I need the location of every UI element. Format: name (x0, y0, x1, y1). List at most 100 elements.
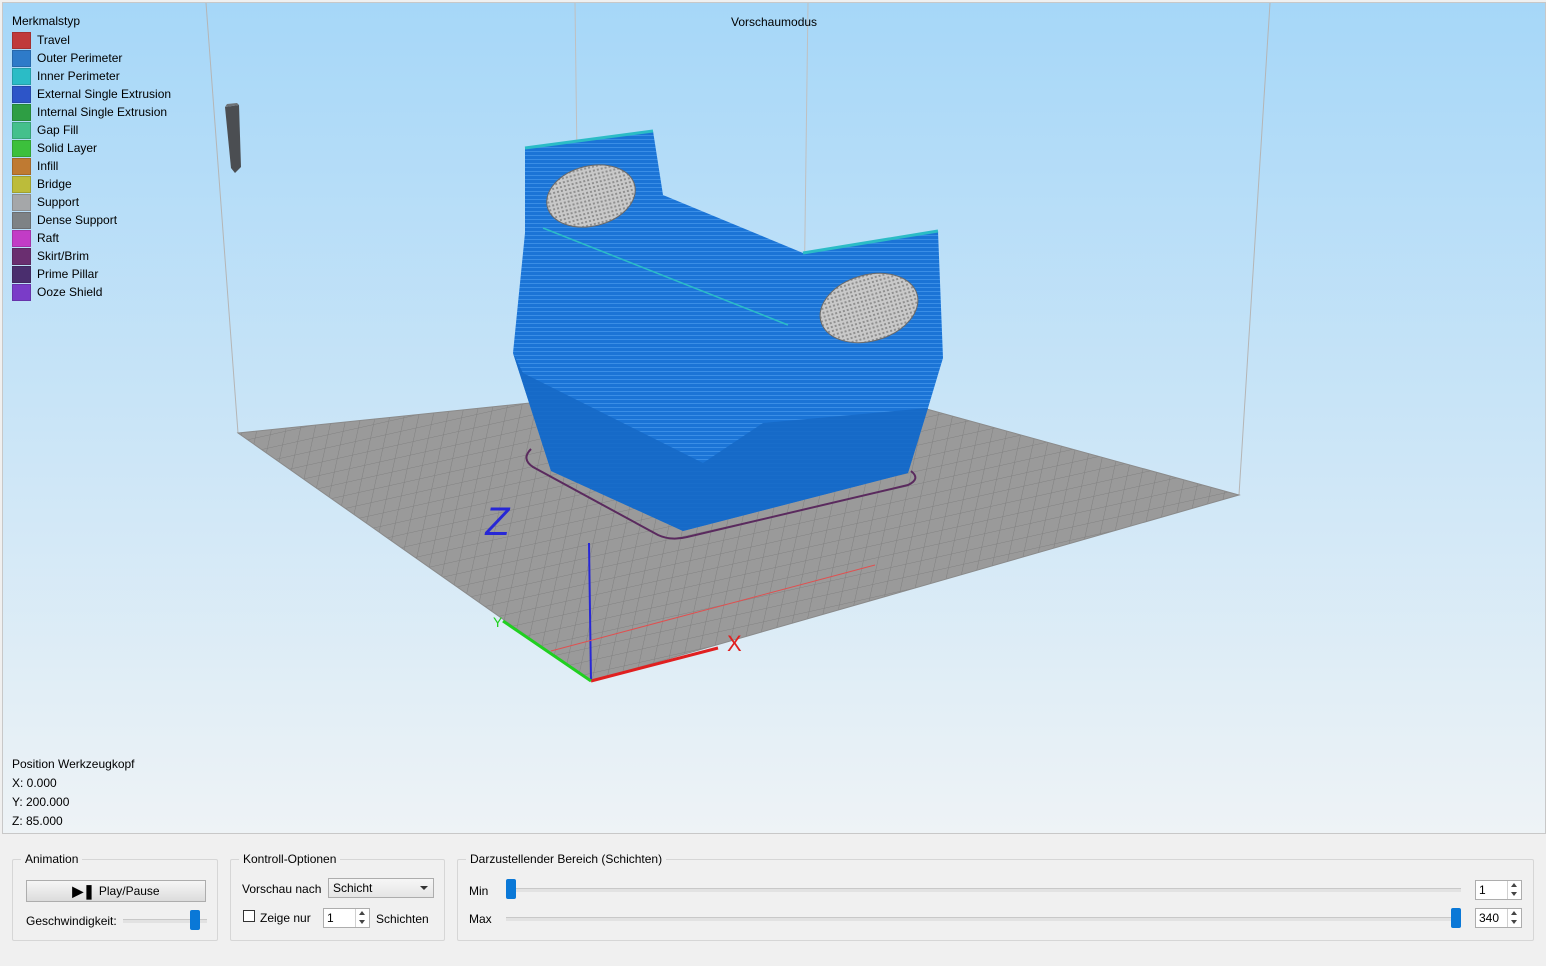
tool-position-y: Y: 200.000 (12, 795, 70, 809)
spin-down-icon[interactable] (1508, 918, 1521, 927)
tool-head-position: Position Werkzeugkopf X: 0.000 Y: 200.00… (12, 755, 135, 831)
legend-label: Raft (37, 231, 60, 245)
legend-item: Internal Single Extrusion (12, 103, 171, 121)
max-layer-spinbox[interactable]: 340 (1475, 908, 1522, 928)
chevron-down-icon (420, 886, 428, 890)
tool-position-z: Z: 85.000 (12, 814, 63, 828)
legend-label: Internal Single Extrusion (37, 105, 168, 119)
legend-swatch (12, 157, 31, 175)
legend-item: Raft (12, 229, 171, 247)
legend-item: Infill (12, 157, 171, 175)
animation-group-title: Animation (21, 852, 83, 866)
preview-control-panel: Animation ▶❚ Play/Pause Geschwindigkeit:… (0, 835, 1546, 966)
legend-label: Solid Layer (37, 141, 98, 155)
show-only-layers-value: 1 (327, 911, 334, 925)
max-layer-slider[interactable] (506, 908, 1461, 928)
legend-item: Skirt/Brim (12, 247, 171, 265)
legend-swatch (12, 49, 31, 67)
legend-item: Outer Perimeter (12, 49, 171, 67)
min-layer-spinbox[interactable]: 1 (1475, 880, 1522, 900)
legend-label: Bridge (37, 177, 72, 191)
x-axis-label: X (727, 631, 742, 656)
legend-label: Travel (37, 33, 70, 47)
min-layer-value: 1 (1479, 883, 1486, 897)
preview-by-label: Vorschau nach (242, 882, 322, 896)
legend-swatch (12, 193, 31, 211)
legend-label: Inner Perimeter (37, 69, 120, 83)
preview-by-value: Schicht (333, 881, 373, 895)
legend-item: Travel (12, 31, 171, 49)
max-slider-track (506, 917, 1461, 921)
legend-swatch (12, 247, 31, 265)
legend-swatch (12, 139, 31, 157)
legend-swatch (12, 67, 31, 85)
speed-label: Geschwindigkeit: (26, 914, 117, 928)
speed-slider-handle[interactable] (189, 910, 200, 930)
y-axis-marker: Y (493, 614, 503, 630)
legend-swatch (12, 265, 31, 283)
preview-mode-label: Vorschaumodus (731, 15, 818, 29)
legend-item: External Single Extrusion (12, 85, 171, 103)
play-pause-label: Play/Pause (98, 884, 160, 898)
layers-label: Schichten (376, 912, 429, 926)
control-options-title: Kontroll-Optionen (239, 852, 341, 866)
min-label: Min (469, 884, 489, 898)
max-slider-handle[interactable] (1451, 908, 1461, 928)
legend-item: Ooze Shield (12, 283, 171, 301)
legend-label: External Single Extrusion (37, 87, 172, 101)
legend-item: Solid Layer (12, 139, 171, 157)
min-slider-handle[interactable] (506, 879, 516, 899)
show-only-layers-spinbox[interactable]: 1 (323, 908, 370, 928)
layer-range-title: Darzustellender Bereich (Schichten) (466, 852, 667, 866)
show-only-checkbox[interactable] (243, 910, 255, 922)
legend-label: Prime Pillar (37, 267, 99, 281)
legend-item: Gap Fill (12, 121, 171, 139)
legend-label: Skirt/Brim (37, 249, 89, 263)
legend-label: Ooze Shield (37, 285, 103, 299)
spin-up-icon[interactable] (1508, 881, 1521, 890)
tool-position-title: Position Werkzeugkopf (12, 757, 135, 771)
legend-label: Dense Support (37, 213, 118, 227)
spin-down-icon[interactable] (1508, 890, 1521, 899)
legend-label: Outer Perimeter (37, 51, 123, 65)
build-volume-edge (205, 3, 239, 434)
min-layer-slider[interactable] (506, 879, 1461, 899)
legend-swatch (12, 283, 31, 301)
tool-head (225, 103, 241, 173)
legend-label: Support (37, 195, 80, 209)
spin-down-icon[interactable] (356, 918, 369, 927)
3d-preview-viewport[interactable]: Z X Y Merkmalstyp Travel Outer Perimeter I… (2, 2, 1546, 834)
legend-swatch (12, 211, 31, 229)
max-label: Max (469, 912, 492, 926)
legend-item: Dense Support (12, 211, 171, 229)
speed-slider[interactable] (123, 910, 207, 930)
max-layer-value: 340 (1479, 911, 1500, 925)
preview-by-select[interactable]: Schicht (328, 878, 434, 898)
preview-scene[interactable]: Z X Y (3, 3, 1545, 833)
legend-swatch (12, 175, 31, 193)
control-options-group: Kontroll-Optionen Vorschau nach Schicht … (230, 852, 445, 941)
play-pause-button[interactable]: ▶❚ Play/Pause (26, 880, 206, 902)
play-pause-icon: ▶❚ (72, 882, 95, 899)
legend-swatch (12, 31, 31, 49)
legend-swatch (12, 85, 31, 103)
legend-item: Bridge (12, 175, 171, 193)
spin-up-icon[interactable] (1508, 909, 1521, 918)
legend-swatch (12, 121, 31, 139)
legend-label: Gap Fill (37, 123, 79, 137)
show-only-label: Zeige nur (260, 911, 311, 925)
model-toolpath (513, 129, 943, 531)
legend-item: Prime Pillar (12, 265, 171, 283)
spin-up-icon[interactable] (356, 909, 369, 918)
legend-title: Merkmalstyp (12, 14, 81, 28)
animation-group: Animation ▶❚ Play/Pause Geschwindigkeit: (12, 852, 218, 941)
feature-type-legend: Merkmalstyp Travel Outer Perimeter Inner P… (12, 14, 171, 301)
legend-item: Support (12, 193, 171, 211)
min-slider-track (506, 888, 1461, 892)
legend-swatch (12, 229, 31, 247)
build-volume-edge (1238, 3, 1271, 496)
layer-range-group: Darzustellender Bereich (Schichten) Min … (457, 852, 1534, 941)
legend-label: Infill (37, 159, 59, 173)
legend-swatch (12, 103, 31, 121)
tool-position-x: X: 0.000 (12, 776, 57, 790)
